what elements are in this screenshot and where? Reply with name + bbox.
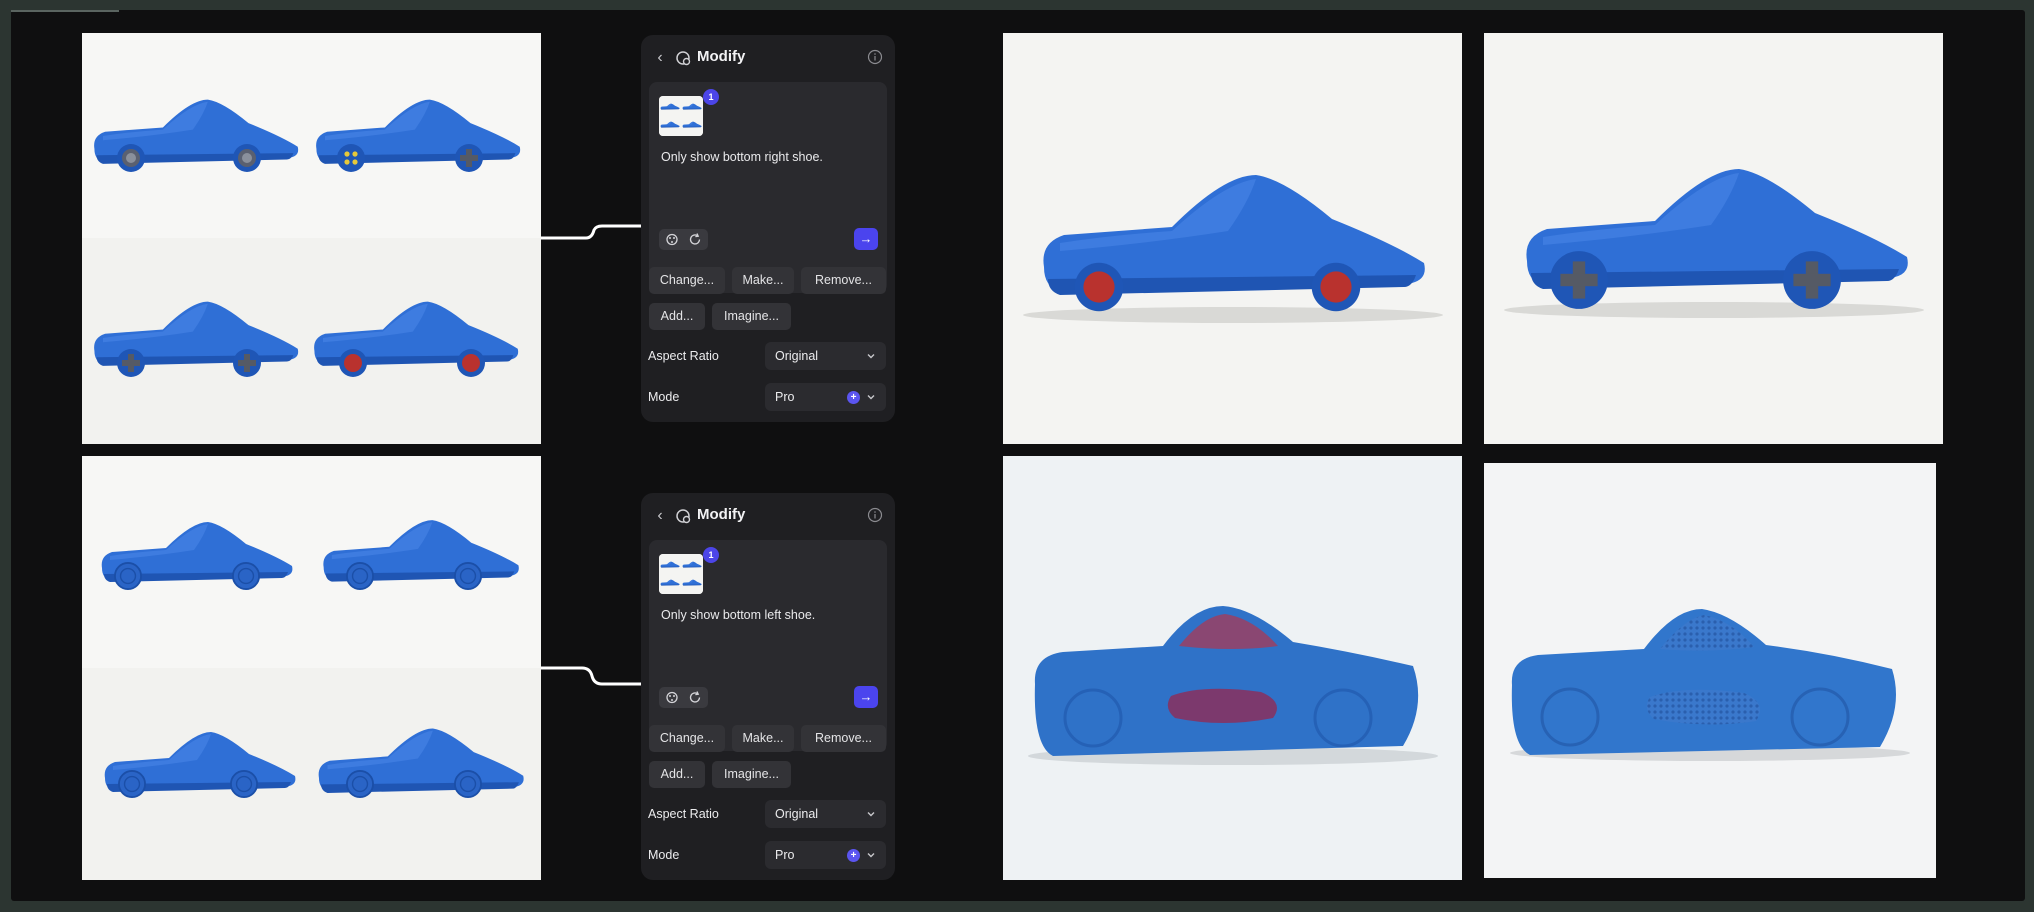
thumbnail-count-badge: 1 xyxy=(703,89,719,105)
chip-add[interactable]: Add... xyxy=(649,761,705,788)
prompt-tools xyxy=(659,229,708,250)
panel-title: Modify xyxy=(697,506,746,523)
output-image-glossy-red-window[interactable] xyxy=(1003,456,1462,880)
input-image-grid-bottom[interactable] xyxy=(82,456,541,880)
mode-value: Pro xyxy=(775,848,795,862)
modify-icon xyxy=(676,51,691,66)
aspect-ratio-label: Aspect Ratio xyxy=(648,349,719,363)
pro-plus-icon: + xyxy=(847,849,860,862)
mode-select[interactable]: Pro + xyxy=(765,841,886,869)
shoe-grid-image xyxy=(82,456,541,880)
arrow-right-icon[interactable]: → xyxy=(854,228,878,250)
chip-remove[interactable]: Remove... xyxy=(801,267,886,294)
style-icon[interactable] xyxy=(663,689,681,706)
shoe-output-image xyxy=(1484,463,1936,878)
aspect-ratio-value: Original xyxy=(775,807,819,821)
refresh-icon[interactable] xyxy=(686,231,704,248)
thumbnail-count-badge: 1 xyxy=(703,547,719,563)
prompt-tools xyxy=(659,687,708,708)
prompt-box[interactable]: 1 Only show bottom right shoe. → xyxy=(649,82,887,293)
panel-header: ‹ Modify xyxy=(641,493,895,541)
info-icon[interactable] xyxy=(867,507,883,523)
chevron-down-icon xyxy=(867,395,875,400)
chevron-down-icon xyxy=(867,812,875,817)
panel-title: Modify xyxy=(697,48,746,65)
aspect-ratio-value: Original xyxy=(775,349,819,363)
aspect-ratio-select[interactable]: Original xyxy=(765,800,886,828)
panel-header: ‹ Modify xyxy=(641,35,895,83)
style-icon[interactable] xyxy=(663,231,681,248)
top-indicator xyxy=(11,10,119,12)
info-icon[interactable] xyxy=(867,49,883,65)
output-image-mesh-panels[interactable] xyxy=(1484,463,1936,878)
aspect-ratio-select[interactable]: Original xyxy=(765,342,886,370)
chevron-down-icon xyxy=(867,354,875,359)
aspect-ratio-label: Aspect Ratio xyxy=(648,807,719,821)
chip-remove[interactable]: Remove... xyxy=(801,725,886,752)
input-image-grid-top[interactable] xyxy=(82,33,541,444)
prompt-text[interactable]: Only show bottom right shoe. xyxy=(661,150,823,164)
output-image-red-wheels[interactable] xyxy=(1003,33,1462,444)
shoe-output-image xyxy=(1003,33,1462,444)
thumbnail-image xyxy=(659,96,703,136)
mode-value: Pro xyxy=(775,390,795,404)
chip-change[interactable]: Change... xyxy=(649,725,725,752)
mode-label: Mode xyxy=(648,848,680,862)
modify-panel-1: ‹ Modify 1 Only show bottom right shoe. xyxy=(641,35,895,422)
chip-imagine[interactable]: Imagine... xyxy=(712,303,791,330)
chevron-down-icon xyxy=(867,853,875,858)
chip-imagine[interactable]: Imagine... xyxy=(712,761,791,788)
prompt-text[interactable]: Only show bottom left shoe. xyxy=(661,608,815,622)
input-thumbnail[interactable] xyxy=(659,96,703,136)
chevron-left-icon[interactable]: ‹ xyxy=(651,49,669,67)
chip-make[interactable]: Make... xyxy=(732,725,794,752)
chip-change[interactable]: Change... xyxy=(649,267,725,294)
chip-make[interactable]: Make... xyxy=(732,267,794,294)
input-thumbnail[interactable] xyxy=(659,554,703,594)
mode-label: Mode xyxy=(648,390,680,404)
chevron-left-icon[interactable]: ‹ xyxy=(651,507,669,525)
pro-plus-icon: + xyxy=(847,391,860,404)
modify-panel-2: ‹ Modify 1 Only show bottom left shoe. →… xyxy=(641,493,895,880)
mode-select[interactable]: Pro + xyxy=(765,383,886,411)
output-image-cross-wheels[interactable] xyxy=(1484,33,1943,444)
shoe-grid-image xyxy=(82,33,541,444)
prompt-box[interactable]: 1 Only show bottom left shoe. → xyxy=(649,540,887,751)
chip-add[interactable]: Add... xyxy=(649,303,705,330)
arrow-right-icon[interactable]: → xyxy=(854,686,878,708)
modify-icon xyxy=(676,509,691,524)
refresh-icon[interactable] xyxy=(686,689,704,706)
shoe-output-image xyxy=(1484,33,1943,444)
thumbnail-image xyxy=(659,554,703,594)
shoe-output-image xyxy=(1003,456,1462,880)
